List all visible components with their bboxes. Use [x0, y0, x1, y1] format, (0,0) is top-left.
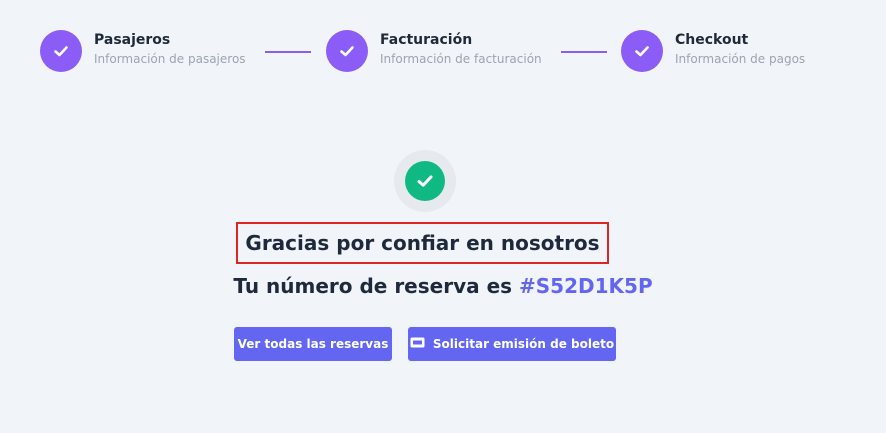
- step-subtitle: Información de facturación: [380, 52, 542, 66]
- ticket-icon: [410, 337, 425, 351]
- thanks-heading: Gracias por confiar en nosotros: [245, 231, 600, 255]
- view-all-reservations-label: Ver todas las reservas: [237, 337, 389, 351]
- step-subtitle: Información de pagos: [675, 52, 806, 66]
- step-subtitle: Información de pasajeros: [94, 52, 246, 66]
- step-title: Checkout: [675, 32, 749, 48]
- step-connector: [265, 51, 311, 53]
- reservation-code: #S52D1K5P: [519, 274, 653, 298]
- step-connector: [561, 51, 607, 53]
- success-badge: [394, 150, 456, 212]
- thanks-highlight: Gracias por confiar en nosotros: [236, 222, 609, 264]
- check-circle-icon: [405, 161, 445, 201]
- check-icon: [326, 30, 368, 72]
- check-icon: [40, 30, 82, 72]
- check-icon: [621, 30, 663, 72]
- step-title: Facturación: [380, 32, 473, 48]
- request-ticket-button[interactable]: Solicitar emisión de boleto: [408, 327, 616, 361]
- step-title: Pasajeros: [94, 32, 171, 48]
- view-all-reservations-button[interactable]: Ver todas las reservas: [234, 327, 392, 361]
- reservation-number-line: Tu número de reserva es #S52D1K5P: [0, 274, 886, 298]
- reservation-prefix: Tu número de reserva es: [233, 274, 513, 298]
- request-ticket-label: Solicitar emisión de boleto: [432, 337, 615, 351]
